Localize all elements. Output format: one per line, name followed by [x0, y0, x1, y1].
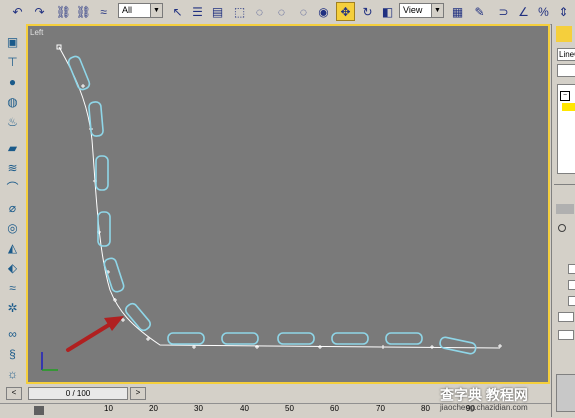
modifier-stack-list[interactable]: −: [557, 84, 575, 174]
clone-object: [221, 332, 259, 345]
rollout-header[interactable]: [556, 204, 574, 214]
clone-object: [95, 155, 109, 191]
name-rollout[interactable]: [556, 374, 575, 412]
clone-object: [67, 55, 91, 91]
spline-path: [58, 46, 501, 349]
object-color-swatch[interactable]: [557, 64, 575, 77]
time-slider[interactable]: 0 / 100: [28, 387, 128, 400]
radio-button[interactable]: [558, 224, 566, 232]
clone-object: [439, 336, 477, 355]
watermark-url: jiaocheng.chazidian.com: [440, 403, 528, 412]
ruler-tick: 30: [194, 404, 203, 413]
clone-object: [331, 332, 369, 345]
ruler-tick: 70: [376, 404, 385, 413]
annotation-arrow: [66, 316, 124, 352]
clone-object: [88, 101, 104, 137]
divider: [554, 184, 575, 185]
time-slider-prev-icon[interactable]: <: [6, 387, 22, 400]
expand-icon[interactable]: −: [560, 91, 570, 101]
object-name-field[interactable]: LineO: [557, 48, 575, 61]
stack-item-selected[interactable]: [562, 103, 575, 111]
cloned-objects: [67, 55, 477, 355]
axis-tripod-icon: [41, 352, 58, 371]
clone-object: [125, 302, 151, 332]
spinner-field[interactable]: [568, 264, 575, 274]
ruler-tick: 80: [421, 404, 430, 413]
ruler-tick: 10: [104, 404, 113, 413]
clone-object: [385, 332, 423, 345]
spinner-field[interactable]: [568, 296, 575, 306]
open-mini-curve-editor-icon[interactable]: [34, 406, 44, 415]
ruler-tick: 50: [285, 404, 294, 413]
clone-object: [167, 332, 205, 345]
clone-object: [277, 332, 315, 345]
spline-vertices: [56, 44, 502, 349]
ruler-tick: 20: [149, 404, 158, 413]
plus-button[interactable]: [558, 312, 574, 322]
clone-object: [97, 211, 111, 247]
minus-button[interactable]: [558, 330, 574, 340]
viewport-scene: [41, 44, 502, 371]
ruler-tick: 40: [240, 404, 249, 413]
command-panel: LineO −: [551, 24, 575, 417]
create-tab-icon[interactable]: [556, 26, 572, 42]
time-slider-next-icon[interactable]: >: [130, 387, 146, 400]
watermark: 查字典 教程网: [440, 387, 528, 403]
ruler-tick: 60: [330, 404, 339, 413]
spinner-field[interactable]: [568, 280, 575, 290]
